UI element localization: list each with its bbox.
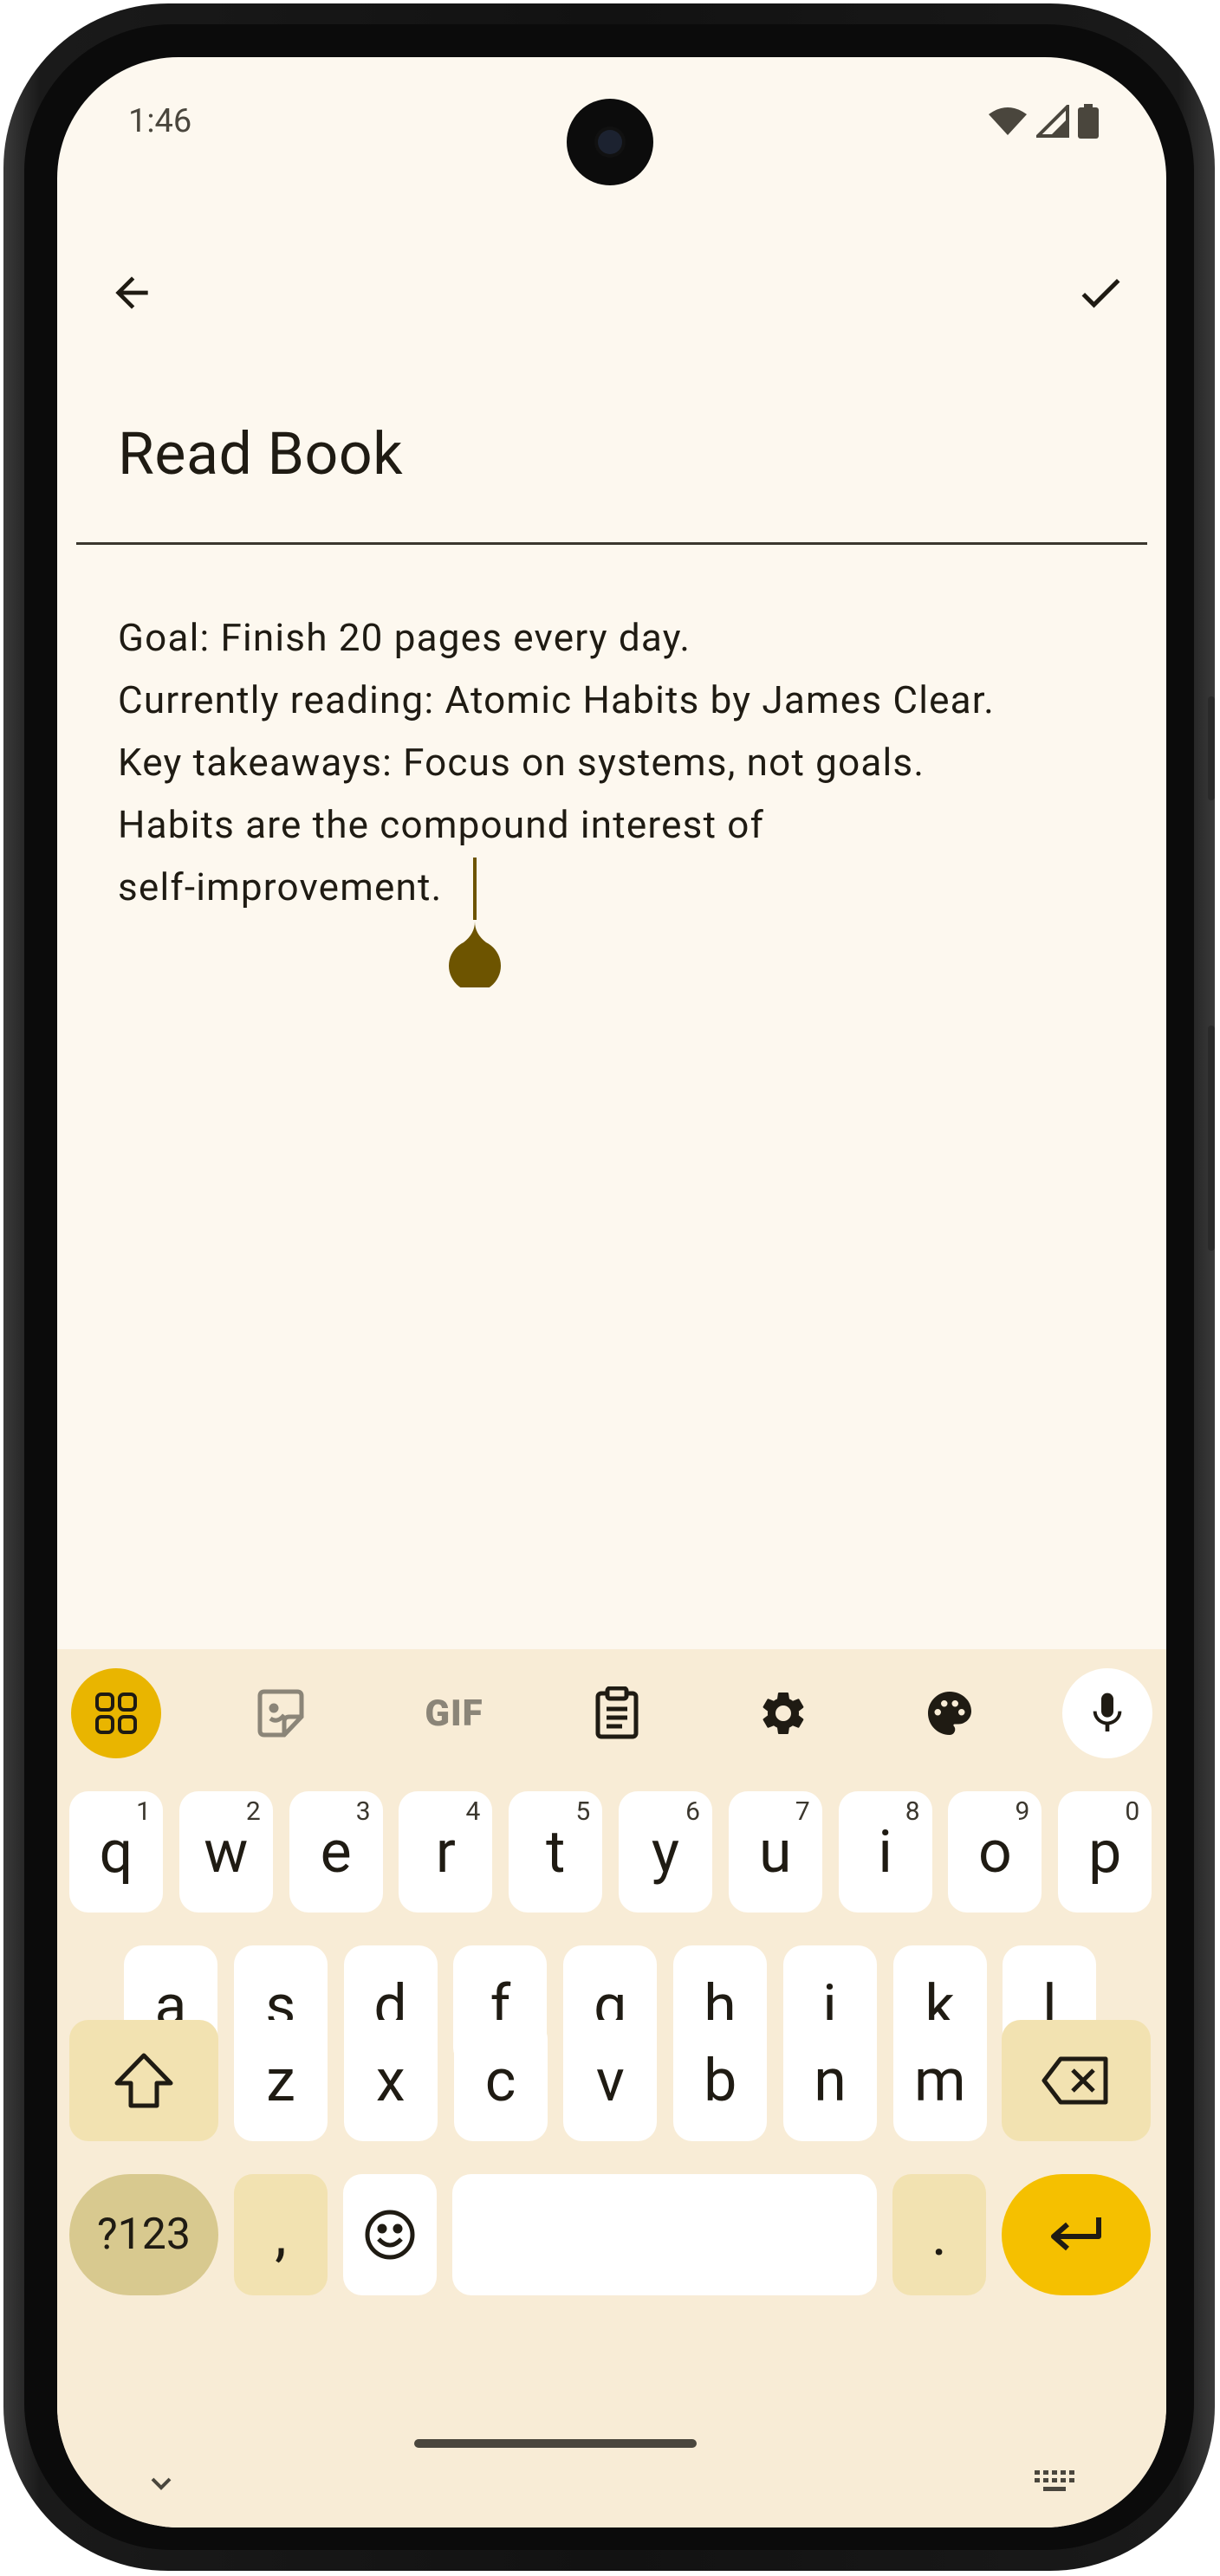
- arrow-back-icon: [115, 276, 148, 309]
- keyboard: GIF q1w2e3r4t5y6u7i8o9p0 a s d f g h j k…: [57, 1649, 1166, 2527]
- voice-input-button[interactable]: [1062, 1668, 1152, 1758]
- key-label: w: [204, 1817, 249, 1887]
- theme-button[interactable]: [905, 1668, 995, 1758]
- key-hint: 4: [465, 1796, 481, 1827]
- switch-keyboard-button[interactable]: [1031, 2467, 1080, 2498]
- enter-key[interactable]: [1002, 2174, 1151, 2295]
- key-w[interactable]: w2: [178, 1791, 273, 1913]
- front-camera: [567, 99, 653, 185]
- key-n[interactable]: n: [783, 2020, 877, 2141]
- chevron-down-icon: [151, 2477, 172, 2490]
- power-button: [1208, 1026, 1215, 1251]
- check-icon: [1081, 278, 1120, 308]
- gesture-nav-handle[interactable]: [414, 2439, 697, 2448]
- key-label: y: [651, 1817, 680, 1887]
- key-b[interactable]: b: [673, 2020, 768, 2141]
- key-t[interactable]: t5: [509, 1791, 603, 1913]
- shift-icon: [114, 2053, 173, 2108]
- phone-frame: 1:46 Read Book Goal: Finish 20 pages eve…: [3, 3, 1215, 2571]
- body-line: self-improvement.: [118, 864, 443, 909]
- period-key[interactable]: .: [892, 2174, 986, 2295]
- keyboard-icon: [1035, 2470, 1074, 2491]
- emoji-key[interactable]: [343, 2174, 437, 2295]
- gif-button[interactable]: GIF: [402, 1668, 506, 1758]
- backspace-key[interactable]: [1002, 2020, 1151, 2141]
- clipboard-button[interactable]: [572, 1668, 662, 1758]
- key-hint: 5: [575, 1796, 591, 1827]
- screen: 1:46 Read Book Goal: Finish 20 pages eve…: [57, 57, 1166, 2527]
- key-m[interactable]: m: [892, 2020, 987, 2141]
- comma-key[interactable]: ,: [234, 2174, 328, 2295]
- text-cursor: [473, 858, 477, 920]
- sticker-icon: [257, 1689, 304, 1738]
- key-label: r: [435, 1817, 456, 1887]
- status-time: 1:46: [128, 102, 192, 140]
- key-label: i: [878, 1817, 892, 1887]
- key-label: t: [546, 1817, 566, 1887]
- key-hint: 9: [1015, 1796, 1030, 1827]
- key-r[interactable]: r4: [399, 1791, 493, 1913]
- keyboard-toolbar: GIF: [57, 1649, 1166, 1779]
- title-input[interactable]: Read Book: [118, 419, 1140, 489]
- key-e[interactable]: e3: [289, 1791, 383, 1913]
- key-x[interactable]: x: [343, 2020, 438, 2141]
- key-hint: 3: [355, 1796, 371, 1827]
- key-q[interactable]: q1: [69, 1791, 163, 1913]
- key-hint: 1: [136, 1796, 151, 1827]
- key-u[interactable]: u7: [728, 1791, 822, 1913]
- key-label: o: [978, 1817, 1012, 1887]
- body-line: Habits are the compound interest of: [118, 802, 765, 847]
- key-y[interactable]: y6: [619, 1791, 712, 1913]
- note-body-input[interactable]: Goal: Finish 20 pages every day. Current…: [118, 606, 1123, 918]
- enter-icon: [1051, 2217, 1101, 2251]
- palette-icon: [928, 1692, 971, 1735]
- save-button[interactable]: [1066, 258, 1135, 327]
- mic-icon: [1093, 1693, 1122, 1731]
- sticker-button[interactable]: [236, 1668, 326, 1758]
- title-underline: [76, 542, 1147, 545]
- key-hint: 8: [905, 1796, 920, 1827]
- key-z[interactable]: z: [234, 2020, 328, 2141]
- symbols-key[interactable]: ?123: [69, 2174, 218, 2295]
- apps-grid-icon: [95, 1693, 137, 1734]
- key-label: p: [1088, 1817, 1122, 1887]
- settings-button[interactable]: [738, 1668, 828, 1758]
- apps-grid-button[interactable]: [71, 1668, 161, 1758]
- key-c[interactable]: c: [453, 2020, 548, 2141]
- key-v[interactable]: v: [563, 2020, 658, 2141]
- key-i[interactable]: i8: [838, 1791, 932, 1913]
- shift-key[interactable]: [69, 2020, 218, 2141]
- emoji-icon: [365, 2210, 415, 2260]
- volume-button: [1208, 696, 1215, 800]
- space-key[interactable]: [452, 2174, 877, 2295]
- key-hint: 2: [245, 1796, 261, 1827]
- key-hint: 7: [795, 1796, 810, 1827]
- status-icons: [988, 104, 1099, 139]
- wifi-icon: [989, 107, 1027, 135]
- cursor-handle[interactable]: [448, 922, 502, 987]
- key-hint: 6: [685, 1796, 700, 1827]
- key-label: e: [320, 1817, 352, 1887]
- back-button[interactable]: [97, 258, 166, 327]
- body-line: Key takeaways: Focus on systems, not goa…: [118, 740, 925, 785]
- battery-icon: [1078, 104, 1099, 139]
- key-label: u: [759, 1817, 792, 1887]
- body-line: Currently reading: Atomic Habits by Jame…: [118, 677, 996, 722]
- key-label: q: [99, 1817, 133, 1887]
- key-p[interactable]: p0: [1058, 1791, 1152, 1913]
- key-o[interactable]: o9: [948, 1791, 1042, 1913]
- clipboard-icon: [595, 1686, 639, 1739]
- gif-icon: GIF: [425, 1692, 483, 1735]
- signal-icon: [1036, 105, 1069, 138]
- hide-keyboard-button[interactable]: [144, 2470, 178, 2496]
- key-hint: 0: [1125, 1796, 1140, 1827]
- backspace-icon: [1042, 2056, 1108, 2105]
- settings-icon: [762, 1692, 804, 1734]
- body-line: Goal: Finish 20 pages every day.: [118, 615, 691, 660]
